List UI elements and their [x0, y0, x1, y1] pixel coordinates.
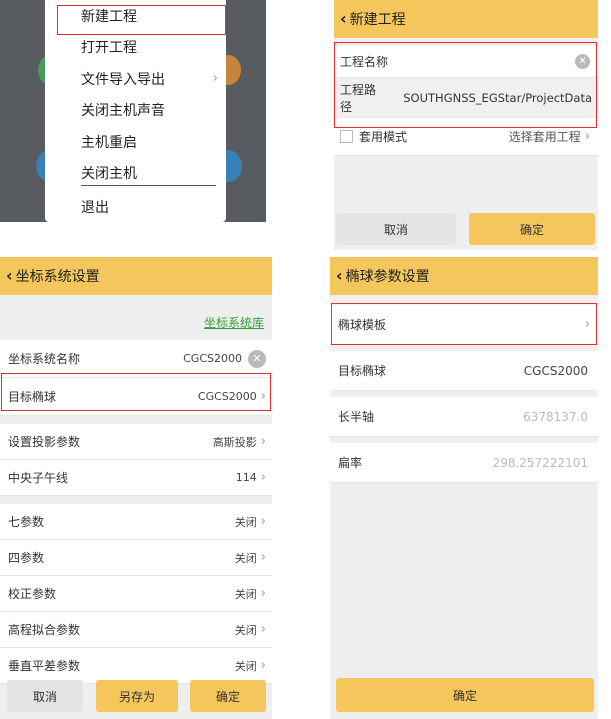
seven-params-row[interactable]: 七参数 关闭 › — [0, 504, 272, 540]
select-template-label: 选择套用工程 — [508, 130, 581, 144]
semi-major-axis-input[interactable]: 6378137.0 — [523, 410, 588, 424]
chevron-right-icon: › — [212, 71, 218, 87]
project-path-row[interactable]: 工程路径 SOUTHGNSS_EGStar/ProjectData — [334, 78, 598, 118]
menu-item-restart-receiver[interactable]: 主机重启 — [45, 126, 226, 158]
chevron-right-icon: › — [260, 658, 266, 673]
chevron-right-icon: › — [260, 586, 266, 601]
page-title: 新建工程 — [349, 12, 406, 28]
target-ellipsoid-row[interactable]: 目标椭球 CGCS2000 › — [0, 378, 272, 416]
back-icon[interactable]: ‹ — [340, 11, 347, 27]
row-label: 长半轴 — [338, 410, 375, 424]
row-label: 坐标系统名称 — [8, 352, 81, 366]
chevron-right-icon: › — [260, 470, 266, 485]
main-menu-panel: 新建工程 打开工程 文件导入导出 › 关闭主机声音 主机重启 关闭主机 退出 — [0, 0, 266, 222]
row-label: 中央子午线 — [8, 471, 69, 485]
ellipsoid-params-panel: ‹ 椭球参数设置 椭球模板 › 目标椭球 CGCS2000 长半轴 637813… — [330, 257, 598, 719]
coordinate-system-name-row[interactable]: 坐标系统名称 CGCS2000 ✕ — [0, 340, 272, 378]
template-mode-label: 套用模式 — [359, 130, 408, 144]
checkbox-icon[interactable] — [340, 130, 353, 143]
flattening-input[interactable]: 298.257222101 — [493, 456, 588, 470]
chevron-right-icon: › — [584, 129, 590, 144]
row-label: 目标椭球 — [8, 390, 57, 404]
row-value: CGCS2000 — [197, 390, 257, 403]
back-icon[interactable]: ‹ — [336, 268, 343, 284]
menu-item-label: 新建工程 — [81, 8, 137, 25]
header-bar: ‹ 椭球参数设置 — [330, 257, 598, 295]
projection-params-row[interactable]: 设置投影参数 高斯投影 › — [0, 424, 272, 460]
vertical-adjustment-params-row[interactable]: 垂直平差参数 关闭 › — [0, 648, 272, 684]
clear-icon[interactable]: ✕ — [575, 54, 590, 69]
template-mode-row: 套用模式 选择套用工程 › — [334, 118, 598, 156]
ellipsoid-template-row[interactable]: 椭球模板 › — [330, 305, 598, 345]
project-path-value: SOUTHGNSS_EGStar/ProjectData — [403, 90, 592, 105]
flattening-row[interactable]: 扁率 298.257222101 — [330, 443, 598, 483]
popup-menu: 新建工程 打开工程 文件导入导出 › 关闭主机声音 主机重启 关闭主机 退出 — [45, 0, 226, 222]
header-bar: ‹ 坐标系统设置 — [0, 257, 272, 295]
height-fitting-params-row[interactable]: 高程拟合参数 关闭 › — [0, 612, 272, 648]
row-label: 扁率 — [338, 456, 363, 470]
chevron-right-icon: › — [584, 317, 590, 332]
field-label: 工程路径 — [340, 82, 377, 114]
confirm-button[interactable]: 确定 — [469, 213, 595, 245]
semi-major-axis-row[interactable]: 长半轴 6378137.0 — [330, 397, 598, 437]
row-value: CGCS2000 — [183, 352, 242, 365]
target-ellipsoid-row: 目标椭球 CGCS2000 — [330, 351, 598, 391]
menu-item-label: 文件导入导出 — [81, 71, 165, 88]
coordinate-library-link[interactable]: 坐标系统库 — [204, 316, 264, 330]
page-title: 椭球参数设置 — [345, 269, 430, 285]
correction-params-row[interactable]: 校正参数 关闭 › — [0, 576, 272, 612]
row-label: 校正参数 — [8, 587, 57, 601]
new-project-panel: ‹ 新建工程 工程名称 ✕ 工程路径 SOUTHGNSS_EGStar/Proj… — [334, 0, 598, 250]
row-value: 关闭 — [234, 551, 257, 565]
row-label: 椭球模板 — [338, 318, 387, 332]
coordinate-system-panel: ‹ 坐标系统设置 坐标系统库 坐标系统名称 CGCS2000 ✕ 目标椭球 CG… — [0, 257, 272, 719]
row-value: 高斯投影 — [212, 435, 257, 449]
page-title: 坐标系统设置 — [15, 269, 100, 285]
row-label: 高程拟合参数 — [8, 623, 81, 637]
row-value: 关闭 — [234, 659, 257, 673]
row-label: 目标椭球 — [338, 364, 387, 378]
menu-item-label: 关闭主机 — [81, 166, 137, 183]
four-params-row[interactable]: 四参数 关闭 › — [0, 540, 272, 576]
row-value: 关闭 — [234, 587, 257, 601]
confirm-button[interactable]: 确定 — [190, 680, 266, 712]
project-name-field[interactable]: 工程名称 ✕ — [334, 46, 598, 78]
menu-divider — [81, 185, 216, 186]
menu-item-label: 关闭主机声音 — [81, 103, 165, 120]
field-label: 工程名称 — [340, 55, 389, 69]
select-template-link[interactable]: 选择套用工程 › — [509, 128, 590, 145]
cancel-button[interactable]: 取消 — [336, 213, 456, 245]
menu-item-new-project[interactable]: 新建工程 — [45, 0, 226, 32]
central-meridian-row[interactable]: 中央子午线 114 › — [0, 460, 272, 496]
chevron-right-icon: › — [260, 389, 266, 404]
row-value: CGCS2000 — [523, 363, 588, 378]
row-value: 关闭 — [234, 623, 257, 637]
clear-icon[interactable]: ✕ — [248, 349, 266, 368]
row-label: 设置投影参数 — [8, 435, 81, 449]
chevron-right-icon: › — [260, 434, 266, 449]
save-as-button[interactable]: 另存为 — [96, 680, 178, 712]
menu-item-exit[interactable]: 退出 — [45, 191, 226, 222]
cancel-button[interactable]: 取消 — [7, 680, 83, 712]
row-label: 垂直平差参数 — [8, 659, 81, 673]
chevron-right-icon: › — [260, 550, 266, 565]
template-mode-toggle[interactable]: 套用模式 — [340, 128, 407, 145]
menu-item-file-import-export[interactable]: 文件导入导出 › — [45, 63, 226, 95]
menu-item-label: 打开工程 — [81, 40, 137, 57]
row-label: 七参数 — [8, 515, 45, 529]
row-label: 四参数 — [8, 551, 45, 565]
chevron-right-icon: › — [260, 622, 266, 637]
confirm-button[interactable]: 确定 — [336, 678, 594, 712]
menu-item-label: 退出 — [81, 199, 109, 216]
back-icon[interactable]: ‹ — [6, 268, 13, 284]
chevron-right-icon: › — [260, 514, 266, 529]
row-value: 114 — [235, 471, 257, 484]
header-bar: ‹ 新建工程 — [334, 0, 598, 38]
menu-item-mute-receiver[interactable]: 关闭主机声音 — [45, 95, 226, 127]
menu-item-open-project[interactable]: 打开工程 — [45, 32, 226, 64]
menu-item-label: 主机重启 — [81, 134, 137, 151]
row-value: 关闭 — [234, 515, 257, 529]
